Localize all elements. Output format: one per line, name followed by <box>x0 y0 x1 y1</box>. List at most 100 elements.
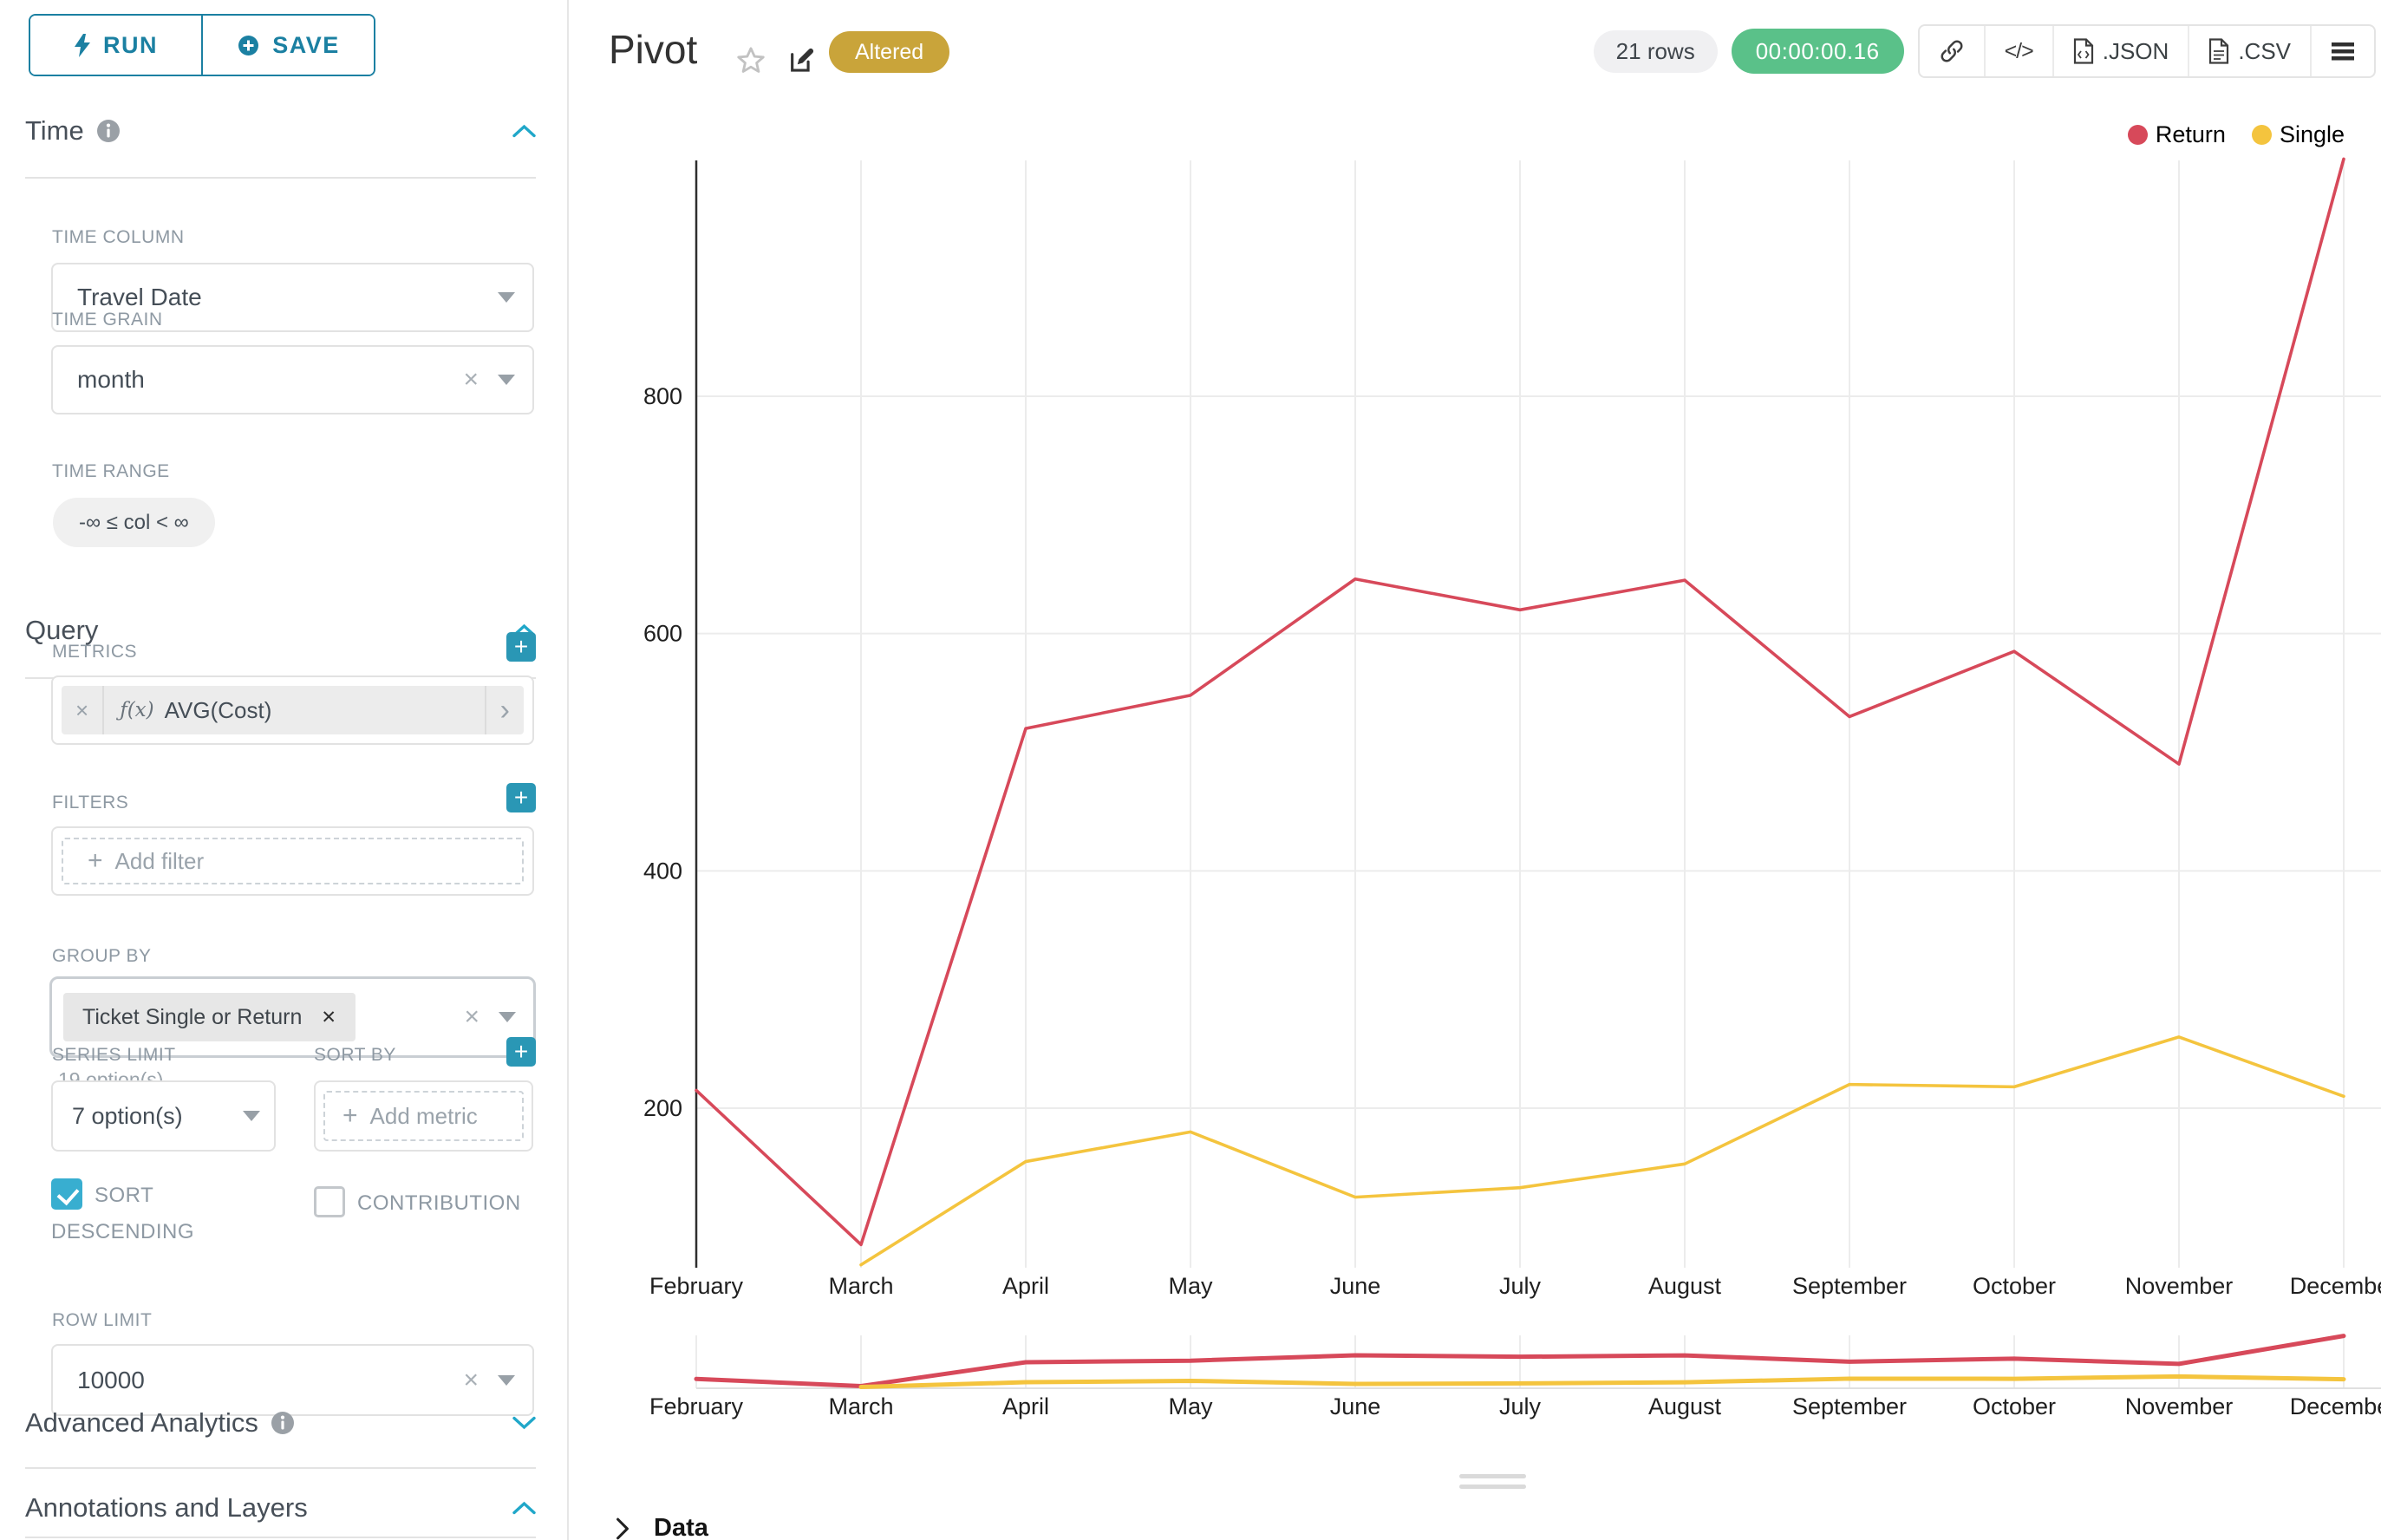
mini-x-axis-label: February <box>649 1393 744 1419</box>
sort-descending-checkbox[interactable] <box>51 1178 82 1210</box>
export-json-button[interactable]: .JSON <box>2052 26 2189 76</box>
time-column-label: TIME COLUMN <box>52 227 185 248</box>
time-range-pill[interactable]: -∞ ≤ col < ∞ <box>53 498 215 547</box>
series-limit-label: SERIES LIMIT <box>52 1045 176 1066</box>
mini-x-axis-label: June <box>1330 1393 1381 1419</box>
divider <box>25 1537 536 1538</box>
y-axis-label: 400 <box>643 858 682 884</box>
chevron-down-icon[interactable] <box>512 1416 536 1430</box>
query-timer-label: 00:00:00.16 <box>1756 38 1880 65</box>
chevron-right-icon <box>614 1517 631 1540</box>
legend-dot <box>2128 125 2148 145</box>
csv-file-icon <box>2208 38 2229 64</box>
favorite-star-icon[interactable] <box>735 45 766 76</box>
x-axis-label: November <box>2125 1273 2234 1299</box>
series-limit-select[interactable]: 7 option(s) <box>51 1080 276 1152</box>
mini-x-axis-label: September <box>1792 1393 1907 1419</box>
add-sort-metric-button[interactable]: + <box>506 1037 536 1067</box>
chevron-right-icon[interactable]: › <box>485 686 524 734</box>
group-by-tag[interactable]: Ticket Single or Return ✕ <box>63 993 356 1041</box>
advanced-analytics-header[interactable]: Advanced Analytics <box>25 1405 536 1441</box>
altered-badge-label: Altered <box>855 40 923 65</box>
annotations-header[interactable]: Annotations and Layers <box>25 1490 536 1526</box>
edit-icon[interactable] <box>787 45 817 75</box>
chevron-down-icon <box>499 1012 516 1022</box>
legend-item-single[interactable]: Single <box>2252 121 2345 148</box>
add-filter-dropzone[interactable]: + Add filter <box>62 838 524 884</box>
clear-icon[interactable]: × <box>463 1367 479 1393</box>
run-button[interactable]: RUN <box>30 16 201 75</box>
legend-label: Single <box>2280 121 2345 148</box>
series-limit-value: 7 option(s) <box>72 1103 243 1130</box>
advanced-analytics-title: Advanced Analytics <box>25 1407 258 1439</box>
x-axis-label: May <box>1168 1273 1213 1299</box>
menu-button[interactable] <box>2310 26 2374 76</box>
group-by-tag-label: Ticket Single or Return <box>82 1005 302 1030</box>
control-panel: RUN SAVE Time TIME COLU <box>0 0 569 1540</box>
metric-name: AVG(Cost) <box>165 697 485 724</box>
add-sort-metric-dropzone[interactable]: + Add metric <box>323 1091 524 1141</box>
mini-x-axis-label: December <box>2290 1393 2381 1419</box>
panel-resize-handle[interactable] <box>1459 1474 1526 1495</box>
time-section-title: Time <box>25 115 84 147</box>
x-axis-label: June <box>1330 1273 1381 1299</box>
chevron-down-icon <box>498 292 515 303</box>
mini-x-axis-label: May <box>1168 1393 1213 1419</box>
data-panel-label: Data <box>654 1514 708 1540</box>
remove-tag-icon[interactable]: ✕ <box>321 1007 336 1028</box>
fx-icon: ƒ(x) <box>120 699 153 721</box>
divider <box>25 177 536 179</box>
x-axis-label: March <box>828 1273 893 1299</box>
add-filter-placeholder: Add filter <box>115 848 205 875</box>
divider <box>25 1467 536 1469</box>
mini-x-axis-label: August <box>1648 1393 1722 1419</box>
add-metric-button[interactable]: + <box>506 632 536 662</box>
chevron-down-icon <box>243 1111 260 1121</box>
x-axis-label: August <box>1648 1273 1722 1299</box>
y-axis-label: 600 <box>643 621 682 647</box>
info-icon[interactable] <box>96 119 121 143</box>
clear-icon[interactable]: × <box>464 1004 479 1030</box>
sort-by-label: SORT BY <box>314 1045 396 1066</box>
contribution-label: CONTRIBUTION <box>357 1191 521 1215</box>
header-actions: 21 rows 00:00:00.16 </> <box>1594 24 2376 78</box>
plus-icon: + <box>88 846 103 876</box>
info-icon[interactable] <box>271 1411 295 1435</box>
altered-badge[interactable]: Altered <box>829 31 949 73</box>
chart-legend: Return Single <box>2128 121 2345 148</box>
x-axis-label: October <box>1973 1273 2056 1299</box>
chevron-up-icon[interactable] <box>512 1501 536 1515</box>
mini-chart-line-single <box>861 1376 2344 1387</box>
contribution-checkbox[interactable] <box>314 1186 345 1217</box>
chart-line-return <box>696 159 2344 1244</box>
save-button-label: SAVE <box>272 32 340 59</box>
data-panel-toggle[interactable]: Data <box>614 1514 708 1540</box>
mini-x-axis-label: April <box>1002 1393 1049 1419</box>
x-axis-label: September <box>1792 1273 1907 1299</box>
view-query-button[interactable]: </> <box>1984 26 2052 76</box>
time-grain-label: TIME GRAIN <box>52 310 163 330</box>
save-button[interactable]: SAVE <box>201 16 374 75</box>
remove-metric-icon[interactable]: × <box>62 686 104 734</box>
link-icon <box>1939 38 1965 64</box>
time-range-value: -∞ ≤ col < ∞ <box>79 511 189 535</box>
row-limit-label: ROW LIMIT <box>52 1310 152 1331</box>
export-json-label: .JSON <box>2103 38 2169 65</box>
y-axis-label: 800 <box>643 383 682 409</box>
add-filter-button[interactable]: + <box>506 783 536 812</box>
hamburger-icon <box>2331 41 2355 62</box>
time-section-header[interactable]: Time <box>25 113 536 149</box>
legend-item-return[interactable]: Return <box>2128 121 2226 148</box>
mini-x-axis-label: March <box>828 1393 893 1419</box>
clear-icon[interactable]: × <box>463 367 479 393</box>
chevron-down-icon <box>498 375 515 385</box>
contribution-option: CONTRIBUTION <box>314 1185 591 1222</box>
chevron-up-icon[interactable] <box>512 124 536 138</box>
export-csv-button[interactable]: .CSV <box>2188 26 2310 76</box>
sort-descending-option: SORT DESCENDING <box>51 1178 235 1250</box>
share-link-button[interactable] <box>1920 26 1984 76</box>
metric-pill[interactable]: × ƒ(x) AVG(Cost) › <box>62 686 524 734</box>
time-grain-select[interactable]: month × <box>51 345 534 414</box>
add-metric-placeholder: Add metric <box>370 1103 478 1130</box>
lightning-icon <box>74 34 91 57</box>
